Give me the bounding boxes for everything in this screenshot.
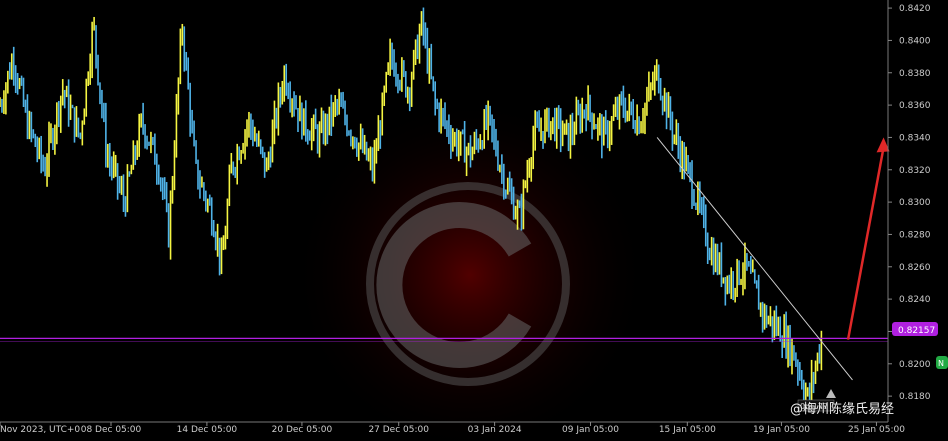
x-tick-label: 25 Jan 05:00 (848, 425, 905, 435)
y-tick-label: 0.8380 (899, 69, 931, 79)
y-tick-label: 0.8300 (899, 198, 931, 208)
price-chart: 0.8420 0.8400 0.8380 0.8360 0.8340 0.8320 0.83… (0, 0, 948, 441)
y-tick-label: 0.8200 (899, 360, 931, 370)
x-tick-label: 14 Dec 05:00 (177, 425, 238, 435)
y-tick-label: 0.8180 (899, 392, 931, 402)
x-tick-label: 27 Dec 05:00 (368, 425, 429, 435)
svg-text:@梅州陈缘氏易经: @梅州陈缘氏易经 (790, 401, 894, 417)
x-tick-label: 20 Dec 05:00 (272, 425, 333, 435)
y-tick-label: 0.8340 (899, 133, 931, 143)
y-tick-label: 0.8320 (899, 166, 931, 176)
watermark-credit: @梅州陈缘氏易经 (790, 401, 894, 417)
y-tick-label: 0.8360 (899, 101, 931, 111)
y-tick-label: 0.8260 (899, 263, 931, 273)
x-tick-label: 08 Dec 05:00 (81, 425, 142, 435)
current-price-label: 0.82157 (898, 326, 935, 336)
y-tick-label: 0.8420 (899, 4, 931, 14)
x-tick-label: 19 Jan 05:00 (753, 425, 810, 435)
y-tick-label: 0.8240 (899, 295, 931, 305)
y-tick-label: 0.8400 (899, 36, 931, 46)
svg-text:N: N (938, 359, 944, 368)
x-tick-label: 09 Jan 05:00 (562, 425, 619, 435)
y-tick-label: 0.8280 (899, 230, 931, 240)
side-badge: N (936, 356, 948, 369)
current-price-tag: 0.82157 (892, 322, 938, 336)
x-tick-label: 03 Jan 2024 (468, 425, 522, 435)
x-tick-label: Nov 2023, UTC+0 (0, 425, 80, 435)
x-tick-label: 15 Jan 05:00 (659, 425, 716, 435)
